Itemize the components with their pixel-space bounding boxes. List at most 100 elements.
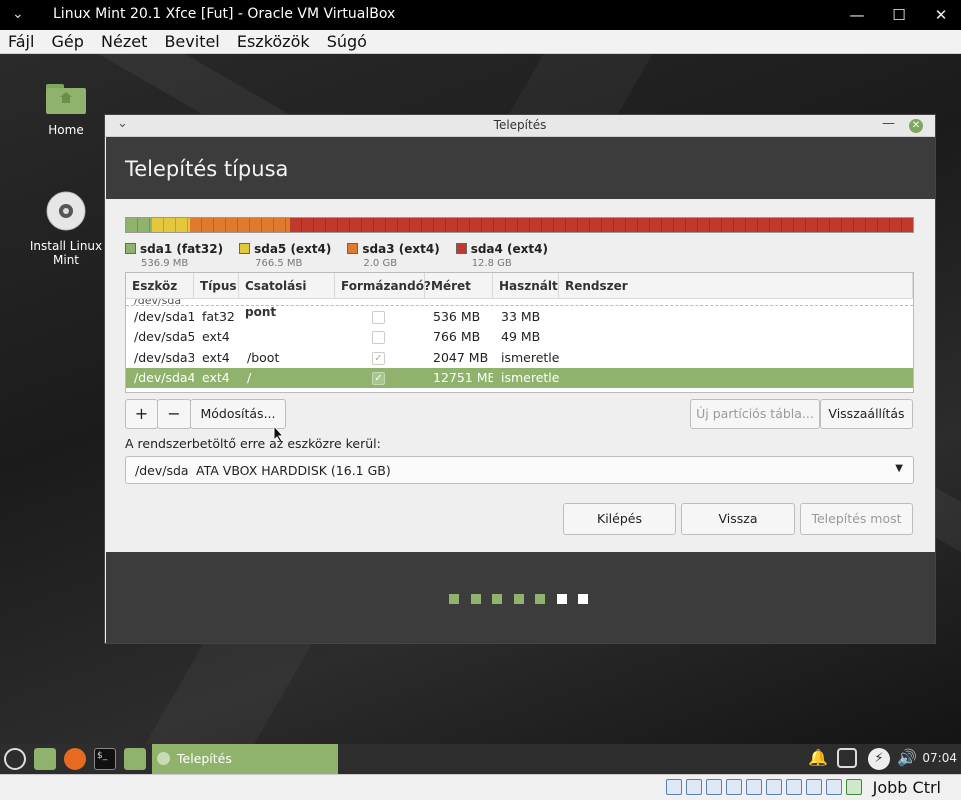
vbox-statusbar: Jobb Ctrl (0, 774, 961, 800)
legend-item: sda5 (ext4) 766.5 MB (239, 238, 331, 269)
back-button[interactable]: Vissza (681, 503, 795, 535)
vbox-menubar: Fájl Gép Nézet Bevitel Eszközök Súgó (0, 30, 961, 54)
show-desktop-icon[interactable] (34, 748, 56, 770)
legend-swatch (347, 243, 359, 254)
column-header[interactable]: Formázandó? (335, 273, 431, 298)
minimize-icon[interactable]: — (882, 116, 895, 131)
bootloader-device-select[interactable]: /dev/sda ATA VBOX HARDDISK (16.1 GB) ▼ (125, 456, 914, 484)
revert-button[interactable]: Visszaállítás (820, 399, 913, 429)
cell-type: ext4 (202, 329, 230, 345)
network-icon[interactable] (726, 779, 742, 795)
format-checkbox[interactable]: ✓ (372, 372, 385, 386)
legend-name: sda4 (ext4) (470, 242, 548, 256)
legend-size: 2.0 GB (363, 258, 398, 269)
column-header[interactable]: Eszköz (126, 273, 194, 298)
desktop-icon-install[interactable]: Install Linux Mint (26, 190, 106, 267)
firefox-icon[interactable] (64, 748, 86, 770)
workspace-icon[interactable] (837, 748, 857, 768)
legend-size: 766.5 MB (255, 258, 303, 269)
format-checkbox[interactable] (372, 310, 385, 324)
mint-menu-icon[interactable] (4, 748, 26, 770)
usb-icon[interactable] (746, 779, 762, 795)
installer-footer (106, 552, 935, 643)
format-checkbox[interactable] (372, 331, 385, 345)
cell-size: 766 MB (433, 329, 481, 345)
change-partition-button[interactable]: Módosítás... (190, 399, 286, 429)
installer-titlebar: ⌄ Telepítés — ✕ (105, 115, 935, 137)
installer-window-title: Telepítés (493, 118, 547, 132)
table-row[interactable]: /dev/sda3 ext4/boot ✓ 2047 MB ismeretlen (126, 347, 913, 368)
installer-header: Telepítés típusa (106, 137, 935, 199)
menu-input[interactable]: Bevitel (160, 30, 223, 54)
cell-used: 33 MB (501, 308, 541, 324)
optical-drive-icon[interactable] (686, 779, 702, 795)
column-header[interactable]: Használt (493, 273, 559, 298)
legend-item: sda4 (ext4) 12.8 GB (455, 238, 548, 269)
file-manager-icon[interactable] (124, 748, 146, 770)
cell-size: 12751 MB (433, 370, 493, 386)
bootloader-device-desc: ATA VBOX HARDDISK (16.1 GB) (196, 463, 391, 478)
install-now-button[interactable]: Telepítés most (800, 503, 913, 535)
vbox-window-title: Linux Mint 20.1 Xfce [Fut] - Oracle VM V… (53, 6, 396, 22)
hard-disk-icon[interactable] (666, 779, 682, 795)
window-menu-icon[interactable]: ⌄ (12, 6, 24, 22)
terminal-icon[interactable]: $_ (94, 748, 116, 770)
column-header[interactable]: Csatolási pont (239, 273, 335, 319)
new-partition-table-button[interactable]: Új partíciós tábla... (690, 399, 820, 429)
menu-file[interactable]: Fájl (4, 30, 38, 54)
remove-partition-button[interactable]: − (157, 399, 191, 429)
legend-swatch (239, 243, 251, 254)
table-header: Eszköz Típus Csatolási pont Formázandó? Mére… (126, 273, 913, 319)
legend-name: sda1 (fat32) (140, 242, 224, 256)
power-icon[interactable]: ⚡ (868, 748, 890, 770)
close-icon[interactable]: ✕ (929, 4, 953, 26)
taskbar-item-installer[interactable]: Telepítés (152, 744, 338, 774)
partition-bar-segment (189, 218, 290, 232)
desktop-icon-home[interactable]: Home (26, 80, 106, 137)
format-checkbox-cell (335, 309, 425, 324)
cell-used: ismeretlen (501, 349, 559, 365)
menu-help[interactable]: Súgó (323, 30, 371, 54)
column-header[interactable]: Méret (425, 273, 493, 298)
notification-bell-icon[interactable]: 🔔 (807, 748, 829, 767)
clock: 07:04 (922, 751, 957, 765)
volume-icon[interactable]: 🔊 (896, 748, 918, 767)
format-checkbox[interactable]: ✓ (372, 351, 385, 365)
partition-legend: sda1 (fat32) 536.9 MB sda5 (ext4) 766.5 MB s… (125, 238, 564, 269)
partition-table: Eszköz Típus Csatolási pont Formázandó? Mére… (125, 272, 914, 393)
vbox-titlebar: ⌄ Linux Mint 20.1 Xfce [Fut] - Oracle VM… (0, 0, 961, 30)
installer-window: ⌄ Telepítés — ✕ Telepítés típusa sda1 (f… (104, 114, 936, 644)
close-icon[interactable]: ✕ (909, 119, 923, 133)
table-row[interactable]: /dev/sda5 ext4 766 MB 49 MB (126, 327, 913, 348)
cpu-icon[interactable] (826, 779, 842, 795)
maximize-icon[interactable]: ☐ (887, 4, 911, 26)
add-partition-button[interactable]: + (125, 399, 158, 429)
shared-folders-icon[interactable] (766, 779, 782, 795)
legend-size: 536.9 MB (141, 258, 189, 269)
legend-size: 12.8 GB (471, 258, 512, 269)
partition-bar (125, 217, 914, 233)
menu-devices[interactable]: Eszközök (233, 30, 314, 54)
display-icon[interactable] (786, 779, 802, 795)
column-header[interactable]: Típus (194, 273, 239, 298)
progress-step-dot (578, 594, 588, 604)
audio-icon[interactable] (706, 779, 722, 795)
minimize-icon[interactable]: — (845, 4, 869, 26)
host-key-label: Jobb Ctrl (872, 778, 941, 797)
table-row[interactable]: /dev/sda4 ext4 / ✓ 12751 MB ismeretlen (126, 367, 913, 388)
cell-mount: /boot (247, 349, 280, 365)
progress-step-dot (556, 594, 567, 604)
column-header[interactable]: Rendszer (559, 273, 913, 298)
cell-size: 536 MB (433, 308, 481, 324)
mouse-integration-icon[interactable] (846, 779, 862, 795)
menu-view[interactable]: Nézet (97, 30, 151, 54)
partition-bar-segment (126, 218, 152, 232)
bootloader-device: /dev/sda (135, 463, 189, 478)
partition-bar-segment (151, 218, 190, 232)
cell-type: ext4 (202, 349, 230, 365)
menu-machine[interactable]: Gép (48, 30, 88, 54)
quit-button[interactable]: Kilépés (563, 503, 676, 535)
progress-step-dot (449, 594, 459, 604)
desktop-icon-label: Home (48, 123, 84, 137)
video-capture-icon[interactable] (806, 779, 822, 795)
